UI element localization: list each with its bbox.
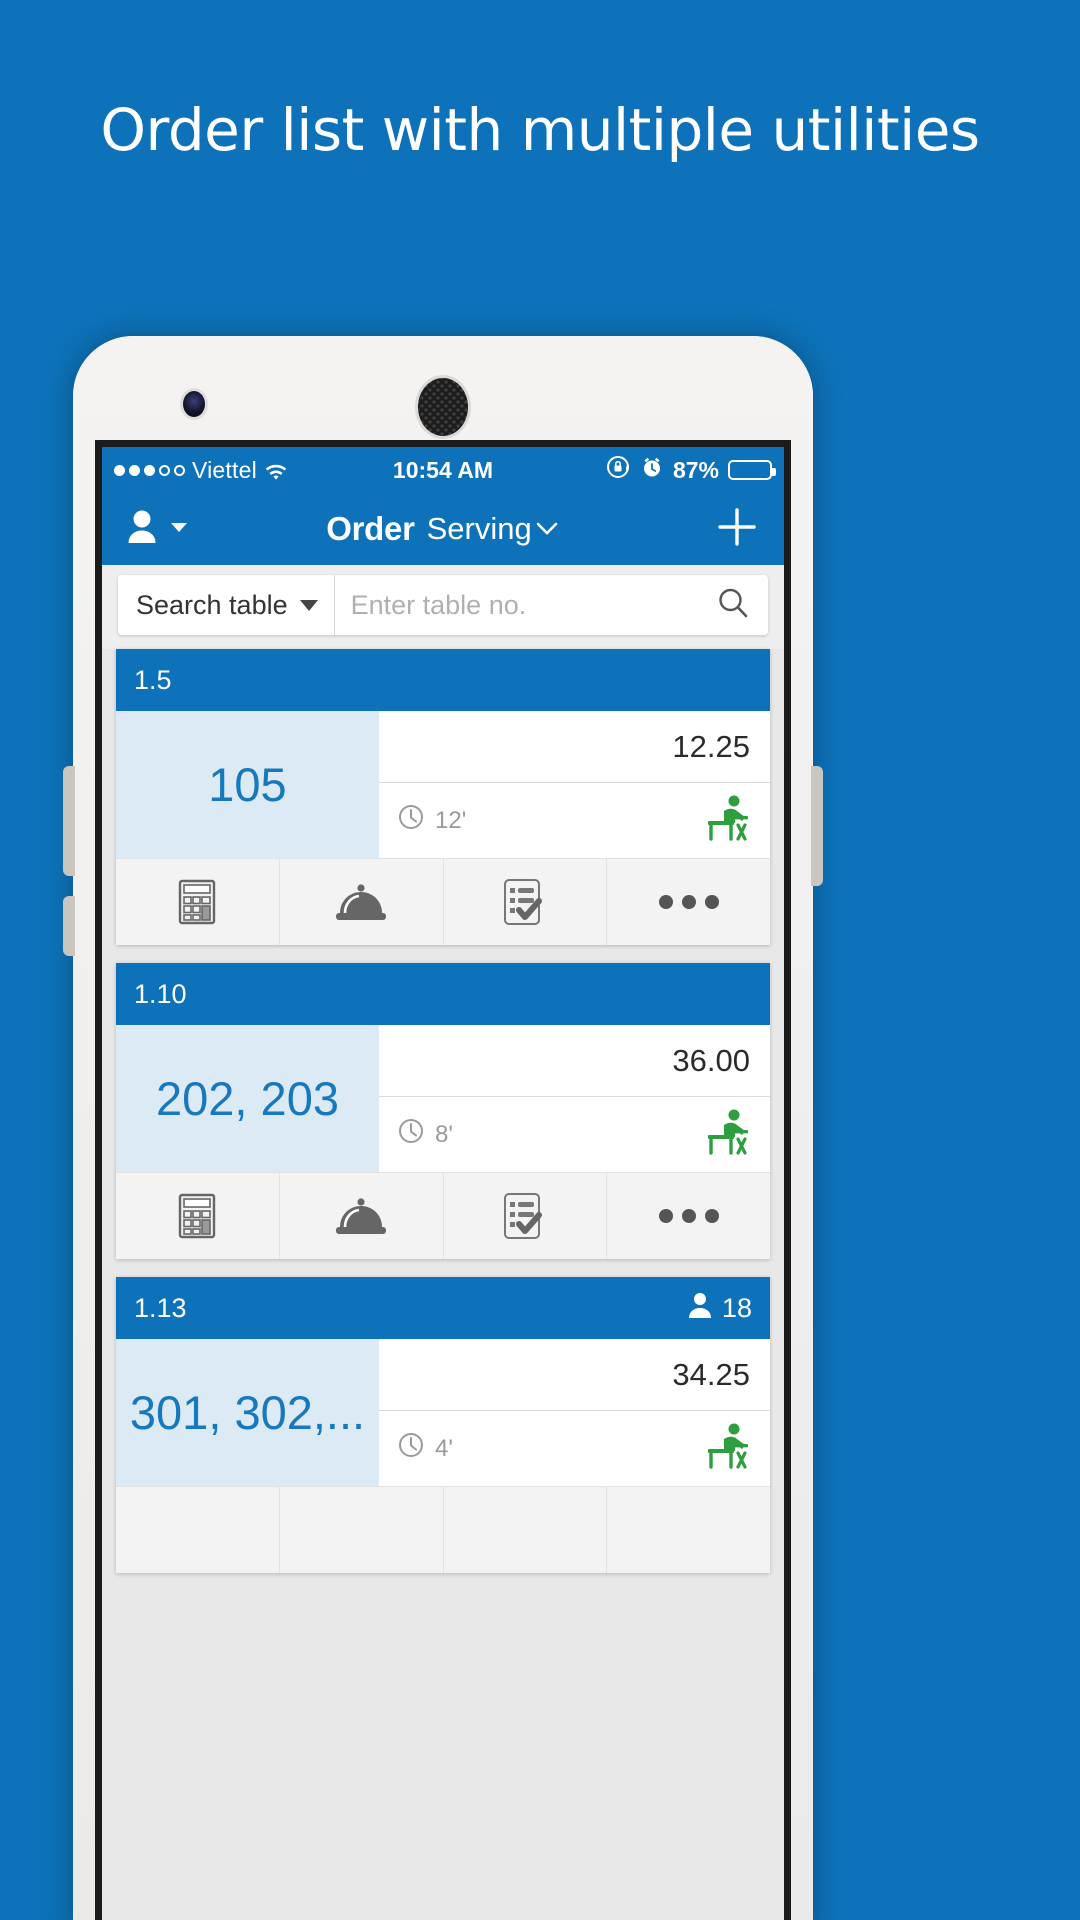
order-code: 1.5	[134, 664, 172, 695]
order-card-header: 1.10	[116, 963, 770, 1025]
order-amount: 34.25	[379, 1339, 770, 1411]
order-card-body: 105 12.25 12'	[116, 711, 770, 858]
order-meta: 4'	[379, 1411, 770, 1486]
clock-icon	[397, 803, 425, 838]
order-actions	[116, 858, 770, 945]
order-actions	[116, 1172, 770, 1259]
nav-title-group: Order Serving	[102, 510, 784, 548]
food-dome-icon[interactable]	[280, 1173, 444, 1259]
order-card[interactable]: 1.10 202, 203 36.00 8'	[116, 963, 770, 1259]
power-button[interactable]	[811, 766, 823, 886]
add-order-button[interactable]	[714, 504, 760, 554]
order-actions	[116, 1486, 770, 1573]
wifi-icon	[264, 461, 288, 480]
elapsed-time-label: 12'	[435, 806, 467, 834]
more-options-icon[interactable]	[607, 1487, 770, 1573]
carrier-name: Viettel	[192, 456, 257, 483]
more-options-icon[interactable]	[607, 859, 770, 945]
elapsed-time: 4'	[397, 1431, 453, 1466]
clock-icon	[397, 1117, 425, 1152]
search-section: Search table Enter table no.	[102, 565, 784, 649]
chevron-down-icon	[534, 511, 560, 547]
order-details: 12.25 12'	[379, 711, 770, 858]
calculator-icon[interactable]	[116, 1487, 280, 1573]
more-options-icon[interactable]	[607, 1173, 770, 1259]
order-card[interactable]: 1.13 18 301, 302,... 34.25 4'	[116, 1277, 770, 1573]
calculator-icon[interactable]	[116, 1173, 280, 1259]
guest-count: 18	[687, 1291, 752, 1326]
status-bar: Viettel 10:54 AM 87%	[102, 447, 784, 493]
food-dome-icon[interactable]	[280, 859, 444, 945]
page-title: Order	[326, 510, 415, 547]
waiter-serving-icon	[702, 791, 756, 850]
search-input[interactable]: Enter table no.	[335, 590, 716, 621]
order-status-filter[interactable]: Serving	[427, 511, 560, 547]
order-amount: 36.00	[379, 1025, 770, 1097]
signal-strength-icon	[114, 464, 185, 476]
checklist-icon[interactable]	[444, 1487, 608, 1573]
user-account-icon	[126, 507, 164, 552]
status-bar-right: 87%	[605, 454, 776, 486]
waiter-serving-icon	[702, 1105, 756, 1164]
food-dome-icon[interactable]	[280, 1487, 444, 1573]
checklist-icon[interactable]	[444, 859, 608, 945]
promo-headline: Order list with multiple utilities	[100, 96, 980, 164]
order-card-body: 202, 203 36.00 8'	[116, 1025, 770, 1172]
app-nav-bar: Order Serving	[102, 493, 784, 565]
order-code: 1.10	[134, 978, 187, 1009]
order-details: 36.00 8'	[379, 1025, 770, 1172]
phone-frame: Viettel 10:54 AM 87% Order Serving Searc…	[63, 336, 823, 1920]
magnifier-icon[interactable]	[716, 586, 768, 625]
elapsed-time-label: 4'	[435, 1434, 453, 1462]
checklist-icon[interactable]	[444, 1173, 608, 1259]
volume-down-button[interactable]	[63, 896, 75, 956]
battery-percent-label: 87%	[672, 456, 719, 483]
battery-icon	[728, 460, 776, 480]
calculator-icon[interactable]	[116, 859, 280, 945]
order-amount: 12.25	[379, 711, 770, 783]
order-status-filter-label: Serving	[426, 511, 532, 546]
order-code: 1.13	[134, 1292, 187, 1323]
order-card-header: 1.13 18	[116, 1277, 770, 1339]
order-card-header: 1.5	[116, 649, 770, 711]
earpiece-speaker	[418, 378, 468, 436]
clock-icon	[397, 1431, 425, 1466]
order-card-body: 301, 302,... 34.25 4'	[116, 1339, 770, 1486]
person-icon	[687, 1291, 713, 1326]
phone-screen: Viettel 10:54 AM 87% Order Serving Searc…	[95, 440, 791, 1920]
elapsed-time: 12'	[397, 803, 466, 838]
caret-down-icon	[299, 599, 318, 611]
table-numbers[interactable]: 105	[116, 711, 379, 858]
rotation-lock-icon	[605, 454, 631, 486]
search-type-dropdown[interactable]: Search table	[118, 575, 335, 635]
order-card[interactable]: 1.5 105 12.25 12'	[116, 649, 770, 945]
elapsed-time-label: 8'	[435, 1120, 453, 1148]
order-meta: 8'	[379, 1097, 770, 1172]
alarm-clock-icon	[640, 455, 664, 485]
volume-up-button[interactable]	[63, 766, 75, 876]
user-account-button[interactable]	[126, 507, 188, 552]
guest-count-label: 18	[721, 1292, 752, 1323]
search-bar: Search table Enter table no.	[118, 575, 768, 635]
table-numbers[interactable]: 301, 302,...	[116, 1339, 379, 1486]
status-bar-left: Viettel	[114, 457, 288, 484]
elapsed-time: 8'	[397, 1117, 453, 1152]
waiter-serving-icon	[702, 1419, 756, 1478]
caret-down-icon	[170, 520, 188, 538]
table-numbers[interactable]: 202, 203	[116, 1025, 379, 1172]
search-type-label: Search table	[136, 589, 288, 620]
order-details: 34.25 4'	[379, 1339, 770, 1486]
order-meta: 12'	[379, 783, 770, 858]
order-list: 1.5 105 12.25 12' 1.10 202, 203 36.00 8'…	[102, 649, 784, 1573]
front-camera-icon	[183, 391, 205, 417]
